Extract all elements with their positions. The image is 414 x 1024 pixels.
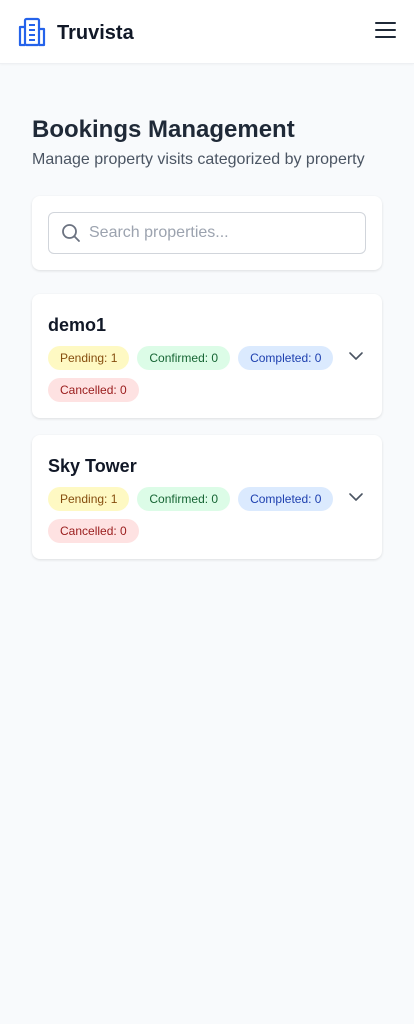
chevron-down-icon[interactable]: [348, 489, 364, 505]
confirmed-badge: Confirmed: 0: [137, 346, 231, 370]
search-box[interactable]: [48, 212, 366, 254]
building-icon[interactable]: [16, 16, 48, 48]
chevron-down-icon[interactable]: [348, 348, 364, 364]
search-input[interactable]: [89, 214, 359, 252]
completed-badge: Completed: 0: [238, 487, 334, 511]
pending-badge: Pending: 1: [48, 346, 130, 370]
confirmed-badge: Confirmed: 0: [137, 487, 231, 511]
property-card-sky-tower[interactable]: Sky Tower Pending: 1 Confirmed: 0 Comple…: [32, 435, 382, 559]
brand-name[interactable]: Truvista: [57, 21, 134, 45]
page-subtitle: Manage property visits categorized by pr…: [32, 151, 365, 168]
status-badges: Pending: 1 Confirmed: 0 Completed: 0 Can…: [48, 346, 338, 402]
hamburger-menu-icon[interactable]: [372, 18, 400, 42]
completed-badge: Completed: 0: [238, 346, 334, 370]
cancelled-badge: Cancelled: 0: [48, 519, 139, 543]
pending-badge: Pending: 1: [48, 487, 130, 511]
search-card: [32, 196, 382, 270]
app-header: Truvista: [0, 0, 414, 64]
search-icon: [62, 224, 80, 242]
property-name: demo1: [48, 315, 107, 335]
status-badges: Pending: 1 Confirmed: 0 Completed: 0 Can…: [48, 487, 338, 543]
property-card-demo1[interactable]: demo1 Pending: 1 Confirmed: 0 Completed:…: [32, 294, 382, 418]
page-title: Bookings Management: [32, 116, 295, 143]
cancelled-badge: Cancelled: 0: [48, 378, 139, 402]
property-name: Sky Tower: [48, 456, 137, 476]
